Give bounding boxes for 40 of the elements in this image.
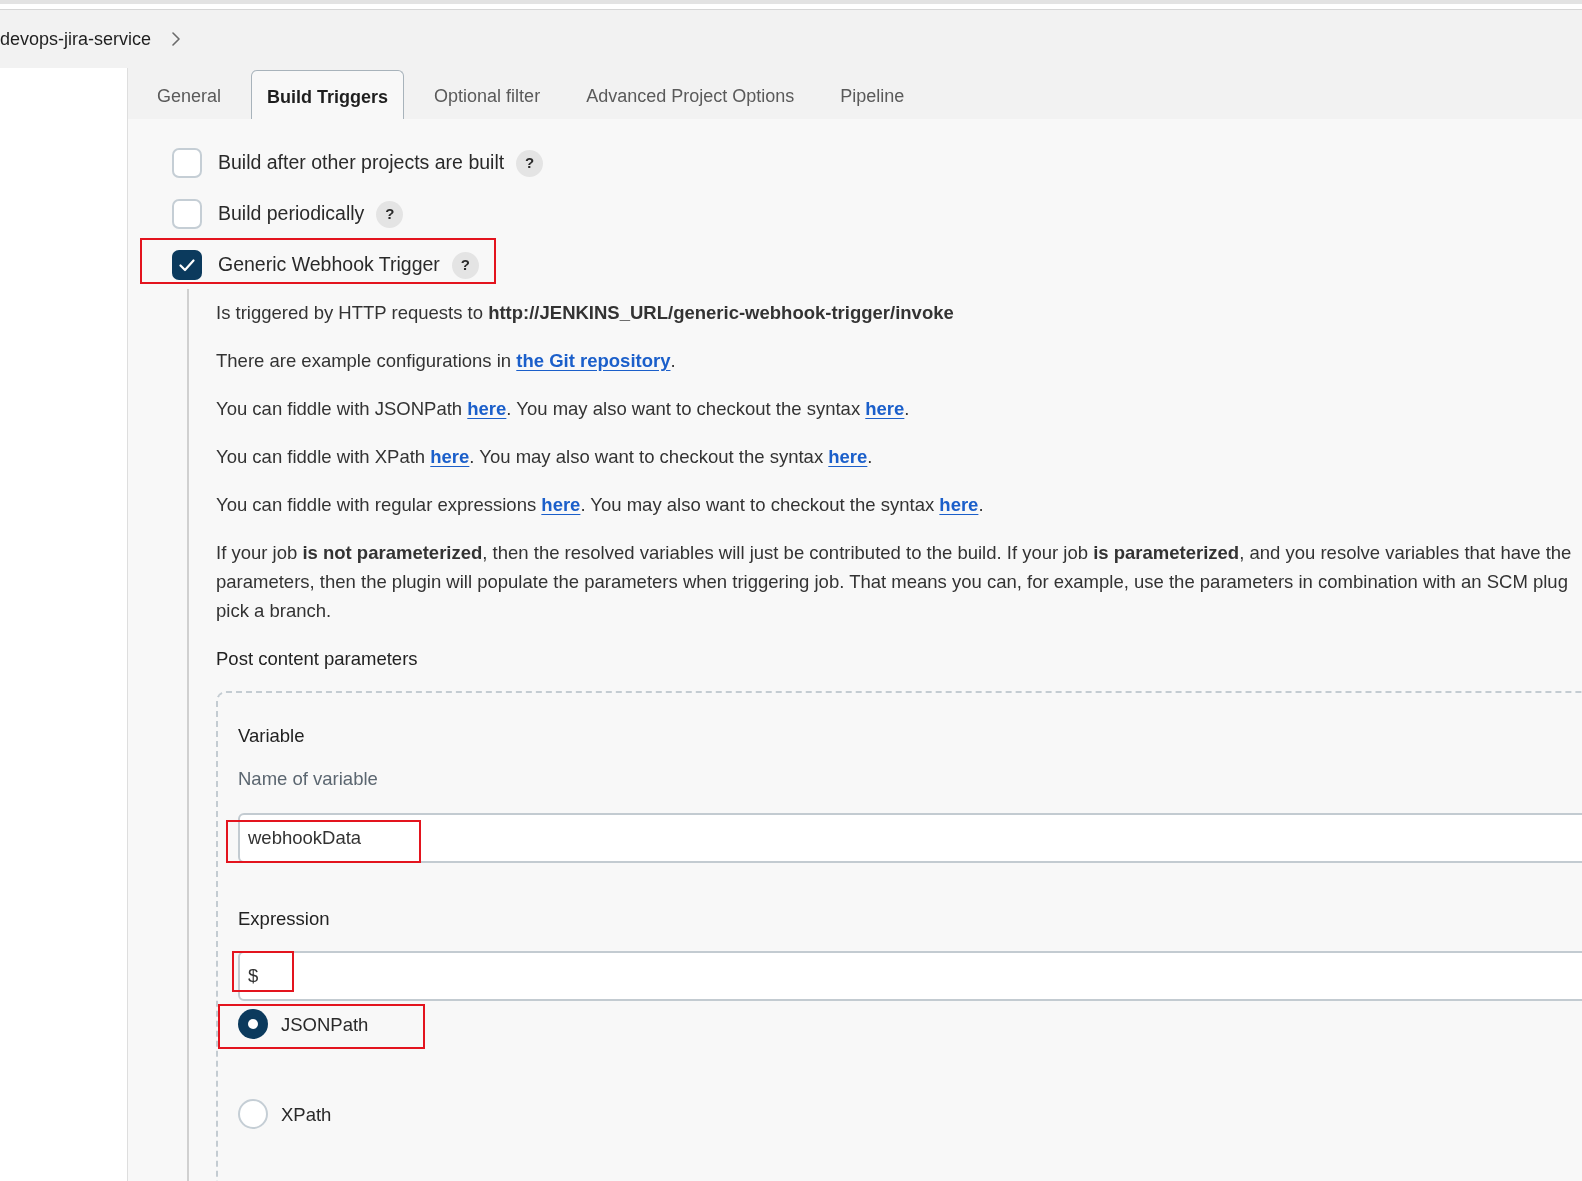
link[interactable]: here — [939, 494, 979, 515]
text-field[interactable]: $ — [238, 951, 1582, 1001]
checkbox[interactable] — [172, 148, 202, 178]
field-description: Name of variable — [238, 767, 378, 791]
checkbox[interactable] — [172, 199, 202, 229]
link[interactable]: here — [541, 494, 581, 515]
paragraph: You can fiddle with XPath here. You may also want to checkout the syntax here. — [216, 445, 873, 469]
radio-button[interactable] — [238, 1009, 268, 1039]
help-button[interactable]: ? — [376, 200, 404, 228]
radio-label: JSONPath — [281, 1012, 369, 1037]
field-label: Variable — [238, 724, 305, 748]
checkbox[interactable] — [172, 250, 202, 280]
link[interactable]: here — [865, 398, 905, 419]
field-label: Expression — [238, 907, 330, 931]
link[interactable]: here — [467, 398, 507, 419]
link[interactable]: here — [828, 446, 868, 467]
link[interactable]: here — [430, 446, 470, 467]
link[interactable]: the Git repository — [516, 350, 671, 371]
tab[interactable]: Optional filter — [418, 70, 557, 119]
check-icon — [179, 258, 195, 272]
tab[interactable]: Pipeline — [824, 70, 921, 119]
section-title: Post content parameters — [216, 647, 418, 671]
radio-button[interactable] — [238, 1099, 268, 1129]
radio-label: XPath — [281, 1102, 332, 1127]
checkbox-label: Generic Webhook Trigger — [218, 252, 440, 278]
breadcrumb-link[interactable]: devops-jira-service — [0, 25, 152, 53]
chevron-right-icon — [172, 32, 181, 46]
tab[interactable]: Advanced Project Options — [570, 70, 811, 119]
tab[interactable]: General — [141, 70, 238, 119]
checkbox-label: Build after other projects are built — [218, 150, 505, 176]
paragraph: You can fiddle with regular expressions here. You may also want to checkout the syntax here. — [216, 493, 984, 517]
paragraph: If your job is not parameterized, then the resolved variables will just be contributed to the build. If your job is parameterized, and you resolve variables that have the parameters, then the plugin will populate the parameters when triggering job. That means you can, for example, use the parameters in combination with an SCM plug pick a branch. — [216, 541, 1572, 623]
checkbox-label: Build periodically — [218, 201, 365, 227]
paragraph: Is triggered by HTTP requests to http://JENKINS_URL/generic-webhook-trigger/invoke — [216, 301, 954, 325]
text-field[interactable]: webhookData — [238, 813, 1582, 863]
paragraph: You can fiddle with JSONPath here. You may also want to checkout the syntax here. — [216, 397, 910, 421]
tab[interactable]: Build Triggers — [251, 70, 405, 119]
help-button[interactable]: ? — [451, 251, 479, 279]
help-button[interactable]: ? — [516, 149, 544, 177]
paragraph: There are example configurations in the Git repository. — [216, 349, 676, 373]
